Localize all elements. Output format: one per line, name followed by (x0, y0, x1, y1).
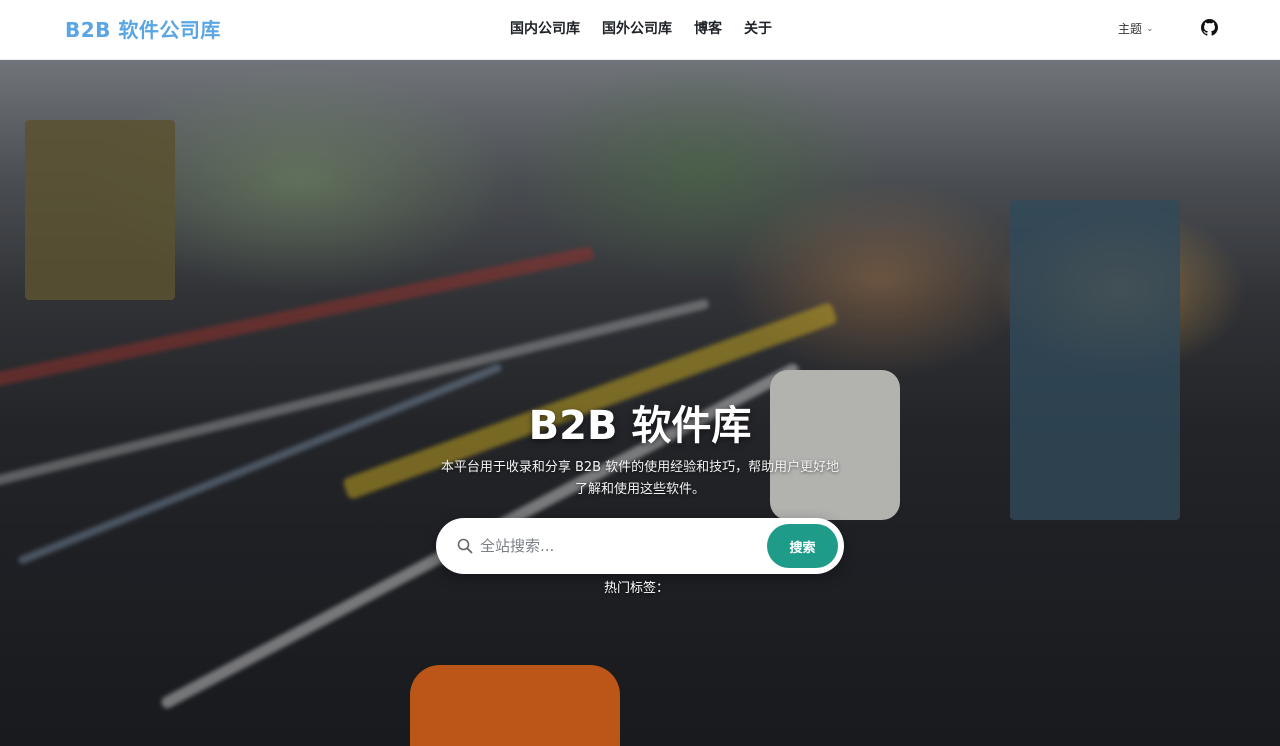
top-navigation-bar: B2B 软件公司库 国内公司库 国外公司库 博客 关于 主题 ⌄ (0, 0, 1280, 60)
theme-label: 主题 (1118, 22, 1143, 36)
chevron-down-icon: ⌄ (1146, 23, 1154, 34)
nav-foreign-companies[interactable]: 国外公司库 (602, 18, 672, 38)
hot-tags-label: 热门标签： (604, 581, 670, 596)
search-input[interactable] (480, 531, 750, 561)
search-button[interactable]: 搜索 (767, 524, 838, 568)
site-search-box: 搜索 (436, 518, 844, 574)
site-logo[interactable]: B2B 软件公司库 (65, 14, 221, 43)
nav-blog[interactable]: 博客 (694, 18, 722, 38)
hero-description: 本平台用于收录和分享 B2B 软件的使用经验和技巧，帮助用户更好地了解和使用这些… (440, 460, 840, 497)
theme-dropdown[interactable]: 主题 ⌄ (1118, 20, 1154, 37)
nav-about[interactable]: 关于 (744, 18, 772, 38)
hero-title: B2B 软件库 (528, 403, 752, 449)
github-icon[interactable] (1201, 19, 1218, 36)
main-nav: 国内公司库 国外公司库 博客 关于 (510, 18, 772, 38)
search-icon (457, 538, 473, 554)
nav-domestic-companies[interactable]: 国内公司库 (510, 18, 580, 38)
